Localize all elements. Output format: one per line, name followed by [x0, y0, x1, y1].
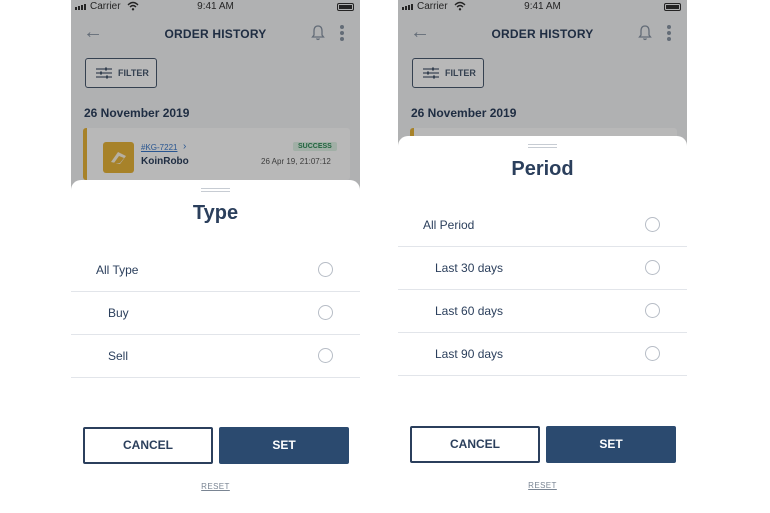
phone-period-filter: Carrier 9:41 AM ← ORDER HISTORY FILTER 2…	[398, 0, 687, 513]
radio-button[interactable]	[318, 348, 333, 363]
radio-button[interactable]	[645, 303, 660, 318]
option-last-30-days[interactable]: Last 30 days	[398, 247, 687, 290]
cancel-button[interactable]: CANCEL	[410, 426, 540, 463]
option-label: All Type	[96, 263, 139, 277]
period-bottom-sheet: Period All Period Last 30 days Last 60 d…	[398, 136, 687, 513]
option-label: Last 30 days	[435, 261, 504, 275]
option-all-type[interactable]: All Type	[71, 249, 360, 292]
radio-button[interactable]	[645, 346, 660, 361]
radio-button[interactable]	[318, 262, 333, 277]
option-buy[interactable]: Buy	[71, 292, 360, 335]
option-last-90-days[interactable]: Last 90 days	[398, 333, 687, 376]
set-button[interactable]: SET	[546, 426, 676, 463]
option-label: Sell	[108, 349, 129, 363]
radio-button[interactable]	[645, 217, 660, 232]
type-bottom-sheet: Type All Type Buy Sell CANCEL SET RESET	[71, 180, 360, 513]
option-last-60-days[interactable]: Last 60 days	[398, 290, 687, 333]
sheet-title: Type	[192, 202, 239, 224]
option-all-period[interactable]: All Period	[398, 204, 687, 247]
set-button[interactable]: SET	[219, 427, 349, 464]
option-label: Last 90 days	[435, 347, 504, 361]
sheet-title: Period	[511, 158, 574, 180]
option-label: All Period	[423, 218, 475, 232]
option-sell[interactable]: Sell	[71, 335, 360, 378]
radio-button[interactable]	[645, 260, 660, 275]
reset-link[interactable]: RESET	[398, 481, 687, 490]
phone-type-filter: Carrier 9:41 AM ← ORDER HISTORY FILTER 2…	[71, 0, 360, 513]
option-label: Buy	[108, 306, 129, 320]
reset-link[interactable]: RESET	[71, 482, 360, 491]
sheet-handle[interactable]	[528, 144, 557, 148]
sheet-handle[interactable]	[201, 188, 230, 192]
option-label: Last 60 days	[435, 304, 504, 318]
cancel-button[interactable]: CANCEL	[83, 427, 213, 464]
radio-button[interactable]	[318, 305, 333, 320]
